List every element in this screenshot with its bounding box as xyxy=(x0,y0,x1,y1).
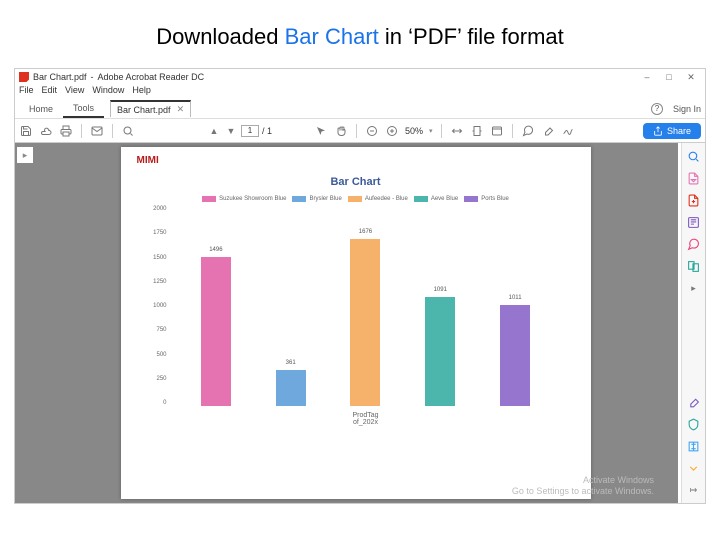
zoom-out-icon[interactable] xyxy=(365,124,379,138)
chart-yticks: 200017501500125010007505002500 xyxy=(143,206,167,406)
zoom-dropdown-icon[interactable]: ▾ xyxy=(429,127,433,135)
protect-icon[interactable] xyxy=(687,417,701,431)
page-total: / 1 xyxy=(262,126,272,136)
menu-view[interactable]: View xyxy=(65,85,84,99)
edit-pdf-icon[interactable] xyxy=(687,215,701,229)
close-button[interactable]: ✕ xyxy=(685,71,697,83)
search-icon[interactable] xyxy=(121,124,135,138)
right-tool-pane: ▸ ↦ xyxy=(681,143,705,503)
compress-icon[interactable] xyxy=(687,439,701,453)
help-icon[interactable]: ? xyxy=(651,103,663,115)
export-pdf-icon[interactable] xyxy=(687,171,701,185)
chart-xlabel-sub: of_202x xyxy=(171,419,561,426)
bar: 1676 xyxy=(350,239,380,406)
tab-row: Home Tools Bar Chart.pdf ✕ ? Sign In xyxy=(15,99,705,119)
legend-item: Aeve Blue xyxy=(414,196,458,202)
acrobat-window: Bar Chart.pdf - Adobe Acrobat Reader DC … xyxy=(14,68,706,504)
legend-item: Suzukee Showroom Blue xyxy=(202,196,286,202)
tab-file[interactable]: Bar Chart.pdf ✕ xyxy=(110,100,191,117)
hand-icon[interactable] xyxy=(334,124,348,138)
email-icon[interactable] xyxy=(90,124,104,138)
menu-edit[interactable]: Edit xyxy=(42,85,58,99)
chart-xlabel: ProdTag xyxy=(171,412,561,419)
chart-xaxis: ProdTag of_202x xyxy=(171,408,561,426)
read-mode-icon[interactable] xyxy=(490,124,504,138)
page-down-icon[interactable]: ▼ xyxy=(224,124,238,138)
highlight-icon[interactable] xyxy=(541,124,555,138)
more-tools-icon[interactable] xyxy=(687,461,701,475)
pager: ▲ ▼ 1 / 1 xyxy=(207,124,272,138)
tab-file-label: Bar Chart.pdf xyxy=(117,105,171,115)
maximize-button[interactable]: □ xyxy=(663,71,675,83)
tab-home[interactable]: Home xyxy=(19,101,63,117)
sign-icon[interactable] xyxy=(561,124,575,138)
pdf-page: MIMI Bar Chart Suzukee Showroom Blue Brys… xyxy=(121,147,591,499)
print-icon[interactable] xyxy=(59,124,73,138)
chart-legend: Suzukee Showroom Blue Brysler Blue Aufeede… xyxy=(137,196,575,202)
slide-title-prefix: Downloaded xyxy=(156,24,284,49)
comment-icon[interactable] xyxy=(521,124,535,138)
search-tool-icon[interactable] xyxy=(687,149,701,163)
menu-help[interactable]: Help xyxy=(132,85,151,99)
titlebar-appname: Adobe Acrobat Reader DC xyxy=(98,72,205,82)
create-pdf-icon[interactable] xyxy=(687,193,701,207)
zoom-in-icon[interactable] xyxy=(385,124,399,138)
slide-title-highlight: Bar Chart xyxy=(285,24,379,49)
tab-close-icon[interactable]: ✕ xyxy=(177,104,185,115)
legend-item: Aufeedee - Blue xyxy=(348,196,408,202)
chart-title: Bar Chart xyxy=(137,176,575,188)
sign-in-link[interactable]: Sign In xyxy=(673,104,701,114)
menu-file[interactable]: File xyxy=(19,85,34,99)
combine-files-icon[interactable] xyxy=(687,259,701,273)
titlebar: Bar Chart.pdf - Adobe Acrobat Reader DC … xyxy=(15,69,705,85)
page-input[interactable]: 1 xyxy=(241,125,259,137)
share-button[interactable]: Share xyxy=(643,123,701,139)
bar: 1496 xyxy=(201,257,231,406)
fit-width-icon[interactable] xyxy=(450,124,464,138)
legend-item: Ports Blue xyxy=(464,196,509,202)
page-up-icon[interactable]: ▲ xyxy=(207,124,221,138)
slide-title: Downloaded Bar Chart in ‘PDF’ file forma… xyxy=(0,0,720,68)
menu-window[interactable]: Window xyxy=(92,85,124,99)
share-label: Share xyxy=(667,126,691,136)
bar: 361 xyxy=(276,370,306,406)
menubar: File Edit View Window Help xyxy=(15,85,705,99)
fill-sign-icon[interactable] xyxy=(687,395,701,409)
collapse-pane-icon[interactable]: ▸ xyxy=(687,281,701,295)
cloud-icon[interactable] xyxy=(39,124,53,138)
save-icon[interactable] xyxy=(19,124,33,138)
fit-page-icon[interactable] xyxy=(470,124,484,138)
toolbar: ▲ ▼ 1 / 1 50% ▾ Share xyxy=(15,119,705,143)
comment-tool-icon[interactable] xyxy=(687,237,701,251)
tab-tools[interactable]: Tools xyxy=(63,100,104,118)
viewport: ▸ MIMI Bar Chart Suzukee Showroom Blue Br… xyxy=(15,143,705,503)
legend-item: Brysler Blue xyxy=(292,196,341,202)
document-area[interactable]: MIMI Bar Chart Suzukee Showroom Blue Brys… xyxy=(33,143,678,503)
minimize-button[interactable]: – xyxy=(641,71,653,83)
logo: MIMI xyxy=(137,155,575,166)
slide-title-suffix: in ‘PDF’ file format xyxy=(379,24,564,49)
pointer-icon[interactable] xyxy=(314,124,328,138)
titlebar-filename: Bar Chart.pdf xyxy=(33,72,87,82)
chart-plot: 1496 361 1676 1091 1011 xyxy=(171,206,561,406)
chart: 200017501500125010007505002500 149636116… xyxy=(171,206,561,426)
zoom-level[interactable]: 50% xyxy=(405,126,423,136)
bar: 1011 xyxy=(500,305,530,406)
expand-pane-icon[interactable]: ↦ xyxy=(687,483,701,497)
app-icon xyxy=(19,72,29,82)
bar: 1091 xyxy=(425,297,455,406)
sidebar-toggle-icon[interactable]: ▸ xyxy=(17,147,33,163)
